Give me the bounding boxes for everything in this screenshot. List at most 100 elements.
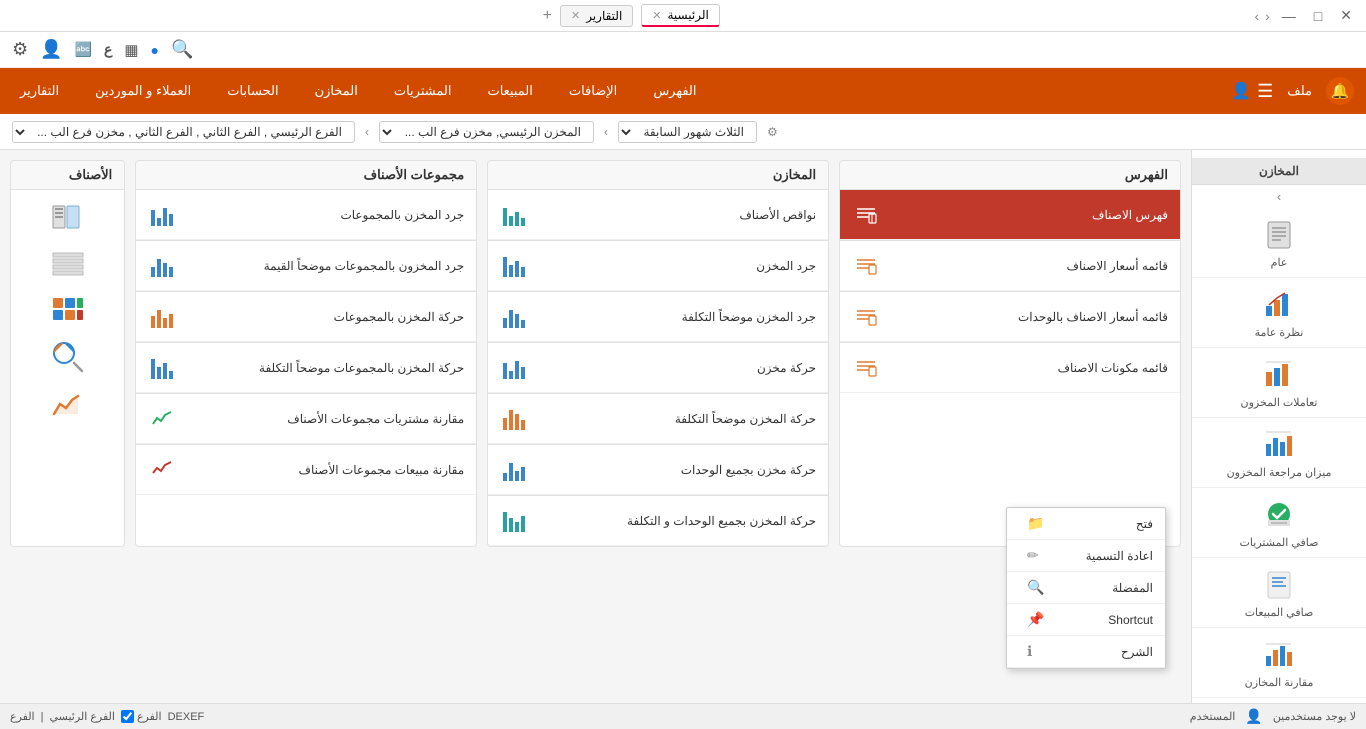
item-icon-1[interactable] [50, 198, 86, 237]
context-open[interactable]: فتح 📁 [1007, 508, 1165, 540]
translate-icon[interactable]: 🔤 [75, 41, 92, 58]
status-right: لا يوجد مستخدمين 👤 المستخدم [1190, 708, 1356, 725]
nav-profile[interactable]: ملف [1279, 79, 1320, 103]
no-users-label: لا يوجد مستخدمين [1273, 710, 1356, 723]
sales-icon [1261, 566, 1297, 602]
settings-app-icon[interactable]: ⚙ [12, 39, 28, 60]
user-label: المستخدم [1190, 710, 1236, 723]
close-btn[interactable]: ✕ [1334, 5, 1358, 26]
nav-catalogue[interactable]: الفهرس [645, 79, 704, 103]
item-icon-5[interactable] [50, 386, 86, 425]
group-sales-icon [148, 456, 176, 484]
bell-icon[interactable]: 🔔 [1326, 77, 1354, 105]
warehouse-all-units-card[interactable]: حركة مخزن بجميع الوحدات [488, 445, 828, 495]
context-shortcut[interactable]: Shortcut 📌 [1007, 604, 1165, 636]
general-label: عام [1271, 256, 1288, 269]
separator: | [41, 711, 44, 723]
warehouse-all-units-icon [500, 456, 528, 484]
warehouse-movement-cost-card[interactable]: حركة المخزن موضحاً التكلفة [488, 394, 828, 444]
warehouse-select[interactable]: المخزن الرئيسي, مخزن فرع الب ... [379, 121, 594, 143]
shortage-card[interactable]: نواقص الأصناف [488, 190, 828, 240]
warehouse-all-cost-card[interactable]: حركة المخزن بجميع الوحدات و التكلفة [488, 496, 828, 546]
tab-home[interactable]: الرئيسية ✕ [641, 4, 720, 27]
group-inventory-card[interactable]: جرد المخزن بالمجموعات [136, 190, 476, 240]
sidebar-item-general[interactable]: عام [1192, 208, 1366, 278]
circle-icon[interactable]: ● [151, 42, 159, 58]
context-rename-label: اعادة التسمية [1086, 549, 1153, 563]
period-select[interactable]: الثلاث شهور السابقة [618, 121, 757, 143]
branch-select[interactable]: الفرع الرئيسي , الفرع الثاني , الفرع الث… [12, 121, 355, 143]
warehouse-all-cost-label: حركة المخزن بجميع الوحدات و التكلفة [534, 514, 816, 528]
group-movement-icon [148, 303, 176, 331]
branch-checkbox[interactable] [121, 710, 134, 723]
tab-reports[interactable]: التقارير ✕ [560, 5, 633, 27]
nav-back[interactable]: ‹ [1265, 8, 1270, 24]
item-icon-2[interactable] [50, 245, 86, 284]
warehouse-movement-card[interactable]: حركة مخزن [488, 343, 828, 393]
maximize-btn[interactable]: □ [1308, 6, 1328, 26]
context-explain[interactable]: الشرح ℹ [1007, 636, 1165, 668]
sidebar-item-purchases[interactable]: صافي المشتريات [1192, 488, 1366, 558]
catalogue-items-label: فهرس الاصناف [886, 208, 1168, 222]
sidebar-expand-arrow[interactable]: › [1192, 185, 1366, 208]
nav-accounts[interactable]: الحسابات [219, 79, 286, 103]
nav-clients[interactable]: العملاء و الموردين [87, 79, 199, 103]
nav-warehouses[interactable]: المخازن [307, 79, 366, 103]
context-shortcut-label: Shortcut [1108, 613, 1153, 627]
sidebar-item-transactions[interactable]: تعاملات المخزون [1192, 348, 1366, 418]
nav-additions[interactable]: الإضافات [561, 79, 625, 103]
sidebar-item-balance[interactable]: ميزان مراجعة المخزون [1192, 418, 1366, 488]
group-movement-cost-card[interactable]: حركة المخزن بالمجموعات موضحاً التكلفة [136, 343, 476, 393]
arabic-letter-icon[interactable]: ع [104, 41, 112, 58]
context-favorites[interactable]: المفضلة 🔍 [1007, 572, 1165, 604]
group-inventory-value-icon [148, 252, 176, 280]
item-icon-4[interactable] [50, 339, 86, 378]
group-movement-cost-icon [148, 354, 176, 382]
sidebar-item-sales[interactable]: صافي المبيعات [1192, 558, 1366, 628]
status-bar: لا يوجد مستخدمين 👤 المستخدم DEXEF الفرع … [0, 703, 1366, 729]
title-bar-left: ✕ □ — ‹ › [1254, 5, 1358, 26]
catalogue-items-card[interactable]: فهرس الاصناف [840, 190, 1180, 240]
group-purchases-card[interactable]: مقارنة مشتريات مجموعات الأصناف [136, 394, 476, 444]
tab-reports-close[interactable]: ✕ [571, 9, 580, 22]
price-list-label: قائمه أسعار الاصناف [886, 259, 1168, 273]
hamburger-icon[interactable]: ☰ [1257, 81, 1273, 102]
group-inventory-value-card[interactable]: جرد المخزون بالمجموعات موضحاً القيمة [136, 241, 476, 291]
nav-purchases[interactable]: المشتريات [386, 79, 460, 103]
barcode-icon[interactable]: ▦ [124, 41, 138, 59]
new-tab-btn[interactable]: + [543, 7, 552, 25]
groups-title: مجموعات الأصناف [136, 161, 476, 190]
price-list-icon [852, 252, 880, 280]
components-label: قائمه مكونات الاصناف [886, 361, 1168, 375]
status-left: DEXEF الفرع الفرع الرئيسي | الفرع [10, 710, 204, 723]
nav-reports[interactable]: التقارير [12, 79, 67, 103]
components-card[interactable]: قائمه مكونات الاصناف [840, 343, 1180, 393]
sidebar-item-compare[interactable]: مقارنة المخازن [1192, 628, 1366, 698]
price-list-units-card[interactable]: قائمه أسعار الاصناف بالوحدات [840, 292, 1180, 342]
main-nav-left: الفهرس الإضافات المبيعات المشتريات المخا… [12, 79, 705, 103]
user-app-icon[interactable]: 👤 [40, 39, 62, 60]
inventory-cost-icon [500, 303, 528, 331]
warehouse-movement-cost-icon [500, 405, 528, 433]
nav-forward[interactable]: › [1254, 8, 1259, 24]
branch-checkbox-group: الفرع [121, 710, 162, 723]
item-icon-3[interactable] [50, 292, 86, 331]
price-list-card[interactable]: قائمه أسعار الاصناف [840, 241, 1180, 291]
filter-icon[interactable]: ⚙ [767, 125, 778, 139]
sidebar-item-overview[interactable]: نظرة عامة [1192, 278, 1366, 348]
warehouses-title: المخازن [488, 161, 828, 190]
warehouse-movement-icon [500, 354, 528, 382]
group-sales-card[interactable]: مقارنة مبيعات مجموعات الأصناف [136, 445, 476, 495]
inventory-card[interactable]: جرد المخزن [488, 241, 828, 291]
profile-icon[interactable]: 👤 [1231, 81, 1251, 101]
tab-home-close[interactable]: ✕ [652, 9, 661, 22]
group-movement-card[interactable]: حركة المخزن بالمجموعات [136, 292, 476, 342]
sidebar-title[interactable]: المخازن [1192, 158, 1366, 185]
inventory-cost-card[interactable]: جرد المخزن موضحاً التكلفة [488, 292, 828, 342]
items-title: الأصناف [11, 161, 124, 190]
search-app-icon[interactable]: 🔍 [171, 39, 193, 60]
filter-bar: ⚙ الثلاث شهور السابقة › المخزن الرئيسي, … [0, 114, 1366, 150]
nav-sales[interactable]: المبيعات [479, 79, 540, 103]
minimize-btn[interactable]: — [1276, 6, 1302, 26]
context-rename[interactable]: اعادة التسمية ✏ [1007, 540, 1165, 572]
